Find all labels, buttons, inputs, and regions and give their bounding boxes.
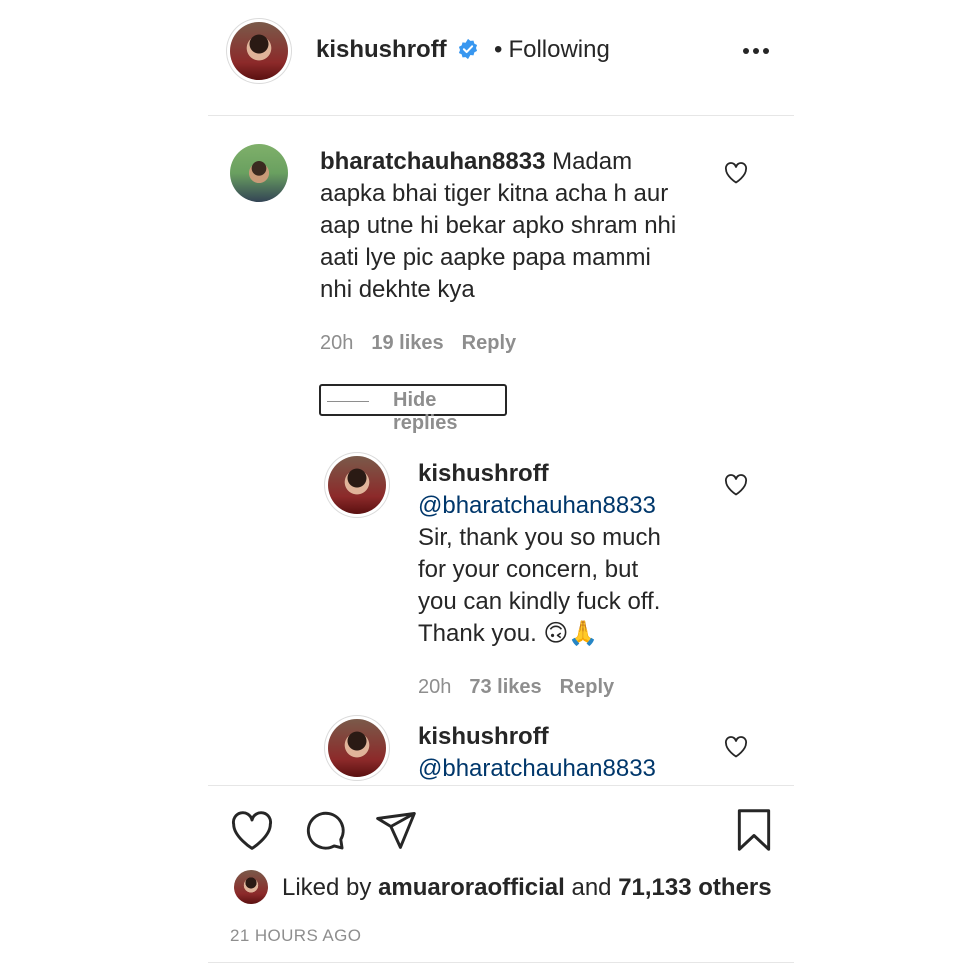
header-username[interactable]: kishushroff (316, 36, 447, 63)
post-timestamp[interactable]: 21 HOURS AGO (230, 926, 361, 946)
comment-likes[interactable]: 19 likes (371, 332, 443, 354)
header-avatar[interactable] (230, 22, 288, 80)
reply-time[interactable]: 20h (418, 676, 451, 698)
post-header: kishushroff • Following (316, 34, 610, 69)
comment-line: aap utne hi bekar apko shram nhi (320, 212, 677, 239)
reply-line: Thank you. 🙃🙏 (418, 620, 599, 647)
reply-2-username[interactable]: kishushroff (418, 721, 718, 753)
comment-line: aati lye pic aapke papa mammi (320, 244, 651, 271)
reply-likes[interactable]: 73 likes (469, 676, 541, 698)
reply-mention[interactable]: @bharatchauhan8833 (418, 490, 718, 522)
reply-line: Sir, thank you so much (418, 524, 661, 551)
reply-line: for your concern, but (418, 556, 639, 583)
comment-meta: 20h 19 likes Reply (320, 332, 534, 355)
verified-badge-icon (457, 37, 479, 69)
reply-reply-button[interactable]: Reply (560, 676, 614, 698)
reply-2-mention[interactable]: @bharatchauhan8833 (418, 753, 718, 785)
comment-reply-button[interactable]: Reply (462, 332, 516, 354)
comment-like-heart-icon[interactable] (724, 162, 748, 184)
hide-replies-button[interactable]: Hide replies (319, 384, 507, 434)
post-panel: kishushroff • Following bharatchauhan8833… (208, 0, 794, 970)
bottom-divider (208, 962, 794, 963)
comment-line: nhi dekhte kya (320, 276, 475, 303)
comment-time[interactable]: 20h (320, 332, 353, 354)
likes-others-link[interactable]: 71,133 others (618, 874, 771, 901)
comment-icon[interactable] (303, 808, 347, 852)
heart-icon[interactable] (230, 810, 274, 852)
comment-body: bharatchauhan8833 Madam aapka bhai tiger… (320, 146, 720, 306)
reply-2-body: kishushroff @bharatchauhan8833 (418, 721, 718, 785)
liker-username[interactable]: amuaroraofficial (378, 874, 565, 901)
hide-replies-label: Hide replies (393, 389, 458, 434)
reply-username[interactable]: kishushroff (418, 458, 718, 490)
liker-avatar[interactable] (234, 870, 268, 904)
reply-line: you can kindly fuck off. (418, 588, 661, 615)
comment-username[interactable]: bharatchauhan8833 (320, 148, 545, 175)
comment-line: aapka bhai tiger kitna acha h aur (320, 180, 669, 207)
more-horizontal-icon[interactable] (741, 40, 771, 60)
following-button[interactable]: Following (508, 36, 609, 63)
bookmark-icon[interactable] (734, 808, 774, 852)
reply-like-heart-icon[interactable] (724, 474, 748, 496)
reply-2-clip: kishushroff @bharatchauhan8833 (208, 700, 794, 785)
reply-2-avatar[interactable] (328, 719, 386, 777)
header-divider (208, 115, 794, 116)
reply-body: kishushroff @bharatchauhan8833 Sir, than… (418, 458, 718, 650)
hide-replies-line (327, 401, 369, 402)
header-separator: • (494, 36, 503, 63)
reply-avatar[interactable] (328, 456, 386, 514)
likes-prefix: Liked by (282, 874, 372, 901)
reply-2-like-heart-icon[interactable] (724, 736, 748, 758)
likes-summary: Liked by amuaroraofficial and 71,133 oth… (282, 874, 772, 902)
commenter-avatar[interactable] (230, 144, 288, 202)
actions-divider (208, 785, 794, 786)
reply-meta: 20h 73 likes Reply (418, 676, 632, 699)
share-icon[interactable] (374, 808, 418, 852)
likes-joiner: and (571, 874, 612, 901)
comment-line: Madam (552, 148, 633, 175)
